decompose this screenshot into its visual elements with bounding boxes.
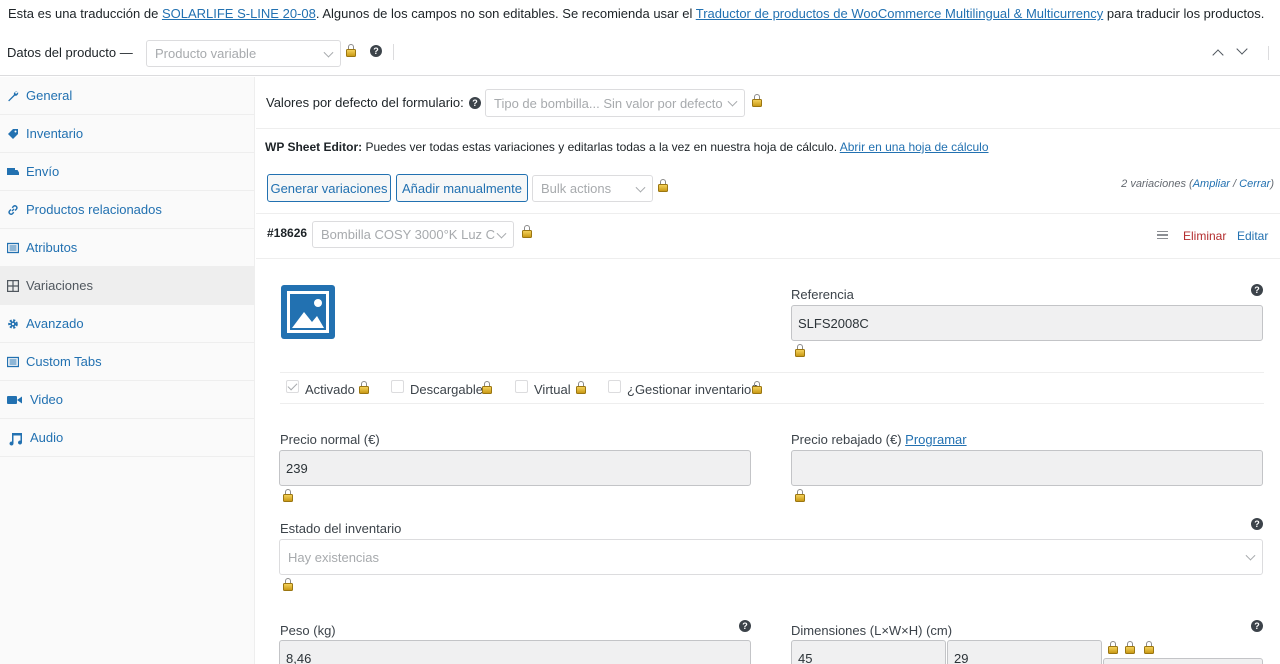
lock-icon (658, 179, 668, 192)
truck-icon (7, 166, 19, 178)
height-field[interactable] (1103, 658, 1263, 664)
help-icon: ? (1251, 518, 1263, 530)
product-type-select[interactable]: Producto variable (146, 40, 341, 67)
tag-icon (7, 128, 19, 140)
lock-icon (283, 489, 293, 502)
tab-custom-tabs[interactable]: Custom Tabs (0, 343, 255, 381)
default-values-label: Valores por defecto del formulario: (266, 95, 464, 110)
tab-general[interactable]: General (0, 77, 255, 115)
manage-stock-checkbox[interactable] (608, 380, 621, 393)
add-manually-button[interactable]: Añadir manualmente (396, 174, 528, 202)
open-spreadsheet-link[interactable]: Abrir en una hoja de cálculo (840, 140, 989, 154)
default-bulb-type-select[interactable]: Tipo de bombilla... Sin valor por defect… (485, 89, 745, 117)
tab-shipping[interactable]: Envío (0, 153, 255, 191)
schedule-link[interactable]: Programar (905, 432, 966, 447)
drag-handle-icon[interactable] (1157, 231, 1168, 239)
lock-icon (795, 344, 805, 357)
sale-price-field[interactable] (791, 450, 1263, 486)
lock-icon (1108, 641, 1118, 654)
sale-price-label: Precio rebajado (€) Programar (791, 432, 967, 447)
link-icon (7, 204, 19, 216)
variations-count: 2 variaciones (Ampliar / Cerrar) (1121, 178, 1274, 190)
sku-field[interactable]: SLFS2008C (791, 305, 1263, 341)
enabled-label: Activado (305, 382, 355, 397)
enabled-checkbox[interactable] (286, 380, 299, 393)
weight-label: Peso (kg) (280, 623, 336, 638)
wrench-icon (7, 90, 19, 102)
downloadable-label: Descargable (410, 382, 483, 397)
divider (256, 213, 1280, 214)
help-icon: ? (370, 45, 382, 57)
help-icon: ? (1251, 284, 1263, 296)
original-product-link[interactable]: SOLARLIFE S-LINE 20-08 (162, 6, 316, 21)
lock-icon (359, 381, 369, 394)
tab-linked-products[interactable]: Productos relacionados (0, 191, 255, 229)
regular-price-label: Precio normal (€) (280, 432, 380, 447)
lock-icon (346, 44, 356, 57)
tab-inventory[interactable]: Inventario (0, 115, 255, 153)
collapse-link[interactable]: Cerrar (1239, 178, 1270, 190)
width-field[interactable]: 29 (947, 640, 1102, 664)
lock-icon (1125, 641, 1135, 654)
stock-status-select[interactable]: Hay existencias (279, 539, 1263, 575)
downloadable-checkbox[interactable] (391, 380, 404, 393)
lock-icon (283, 578, 293, 591)
lock-icon (576, 381, 586, 394)
list-icon (7, 242, 19, 254)
divider (393, 44, 394, 60)
tab-video[interactable]: Video (0, 381, 255, 419)
sku-label: Referencia (791, 287, 854, 302)
list-icon (7, 356, 19, 368)
grid-icon (7, 279, 19, 292)
video-icon (7, 394, 23, 406)
divider (256, 258, 1280, 259)
lock-icon (752, 94, 762, 107)
help-icon: ? (1251, 620, 1263, 632)
manage-stock-label: ¿Gestionar inventario? (627, 382, 759, 397)
divider (1268, 46, 1269, 60)
stock-status-label: Estado del inventario (280, 521, 402, 536)
variation-image-placeholder[interactable] (280, 284, 336, 340)
bulk-actions-select[interactable]: Bulk actions (532, 175, 653, 202)
divider (280, 403, 1264, 404)
lock-icon (522, 225, 532, 238)
product-data-tabs: General Inventario Envío Productos relac… (0, 77, 255, 664)
gear-icon (7, 318, 19, 330)
lock-icon (795, 489, 805, 502)
virtual-label: Virtual (534, 382, 571, 397)
tab-audio[interactable]: Audio (0, 419, 255, 457)
variation-attribute-select[interactable]: Bombilla COSY 3000°K Luz C (312, 221, 514, 248)
weight-field[interactable]: 8,46 (279, 640, 751, 664)
lock-icon (752, 381, 762, 394)
generate-variations-button[interactable]: Generar variaciones (267, 174, 391, 202)
translator-link[interactable]: Traductor de productos de WooCommerce Mu… (696, 6, 1104, 21)
help-icon: ? (469, 97, 481, 109)
sheet-editor-notice: WP Sheet Editor: Puedes ver todas estas … (265, 140, 989, 154)
translation-notice: Esta es una traducción de SOLARLIFE S-LI… (8, 6, 1265, 21)
expand-link[interactable]: Ampliar (1193, 178, 1230, 190)
music-icon (7, 430, 23, 446)
tab-attributes[interactable]: Atributos (0, 229, 255, 267)
delete-variation-link[interactable]: Eliminar (1183, 229, 1226, 243)
lock-icon (1144, 641, 1154, 654)
product-data-label: Datos del producto — (7, 45, 133, 60)
lock-icon (482, 381, 492, 394)
regular-price-field[interactable]: 239 (279, 450, 751, 486)
product-data-header: Datos del producto — Producto variable ? (0, 36, 1280, 76)
dimensions-label: Dimensiones (L×W×H) (cm) (791, 623, 953, 638)
move-down-icon[interactable] (1236, 43, 1248, 55)
length-field[interactable]: 45 (791, 640, 946, 664)
help-icon: ? (739, 620, 751, 632)
tab-advanced[interactable]: Avanzado (0, 305, 255, 343)
virtual-checkbox[interactable] (515, 380, 528, 393)
variation-id: #18626 (267, 226, 308, 240)
image-placeholder-icon (281, 285, 335, 339)
tab-variations[interactable]: Variaciones (0, 267, 255, 305)
edit-variation-link[interactable]: Editar (1237, 229, 1268, 243)
divider (280, 372, 1264, 373)
move-up-icon[interactable] (1212, 49, 1224, 61)
divider (256, 128, 1280, 129)
